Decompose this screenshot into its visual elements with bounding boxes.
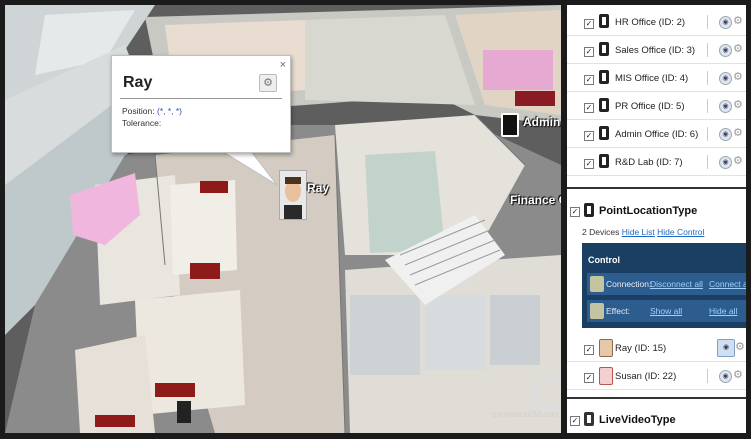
device-label: HR Office (ID: 2) (615, 17, 686, 28)
door-icon (599, 98, 609, 112)
eye-icon[interactable]: ◉ (717, 339, 735, 357)
room-label-finance: Finance O (510, 193, 561, 207)
device-row[interactable]: ✓ HR Office (ID: 2) ◉ ⚙ (567, 9, 746, 36)
person-label: Susan (ID: 22) (615, 371, 677, 382)
floorplan-3d-view[interactable]: × Ray ⚙ Position: (*, *, *) Tolerance: R… (5, 5, 561, 433)
door-icon (584, 203, 594, 217)
gear-icon[interactable]: ⚙ (733, 14, 743, 27)
separator (707, 71, 708, 85)
eye-icon[interactable]: ◉ (719, 72, 732, 85)
gear-icon[interactable]: ⚙ (735, 340, 745, 353)
gear-icon[interactable]: ⚙ (733, 42, 743, 55)
eye-icon[interactable]: ◉ (719, 16, 732, 29)
section-title-point-location: PointLocationType (599, 205, 698, 217)
separator (707, 43, 708, 57)
connection-row: Connection: Disconnect all Connect all (587, 273, 746, 295)
room-label-admin: Admin (523, 115, 561, 129)
person-row[interactable]: ✓ Ray (ID: 15) ◉ ⚙ (567, 335, 746, 362)
device-label: MIS Office (ID: 4) (615, 73, 689, 84)
eye-icon[interactable]: ◉ (719, 156, 732, 169)
eye-icon[interactable]: ◉ (719, 370, 732, 383)
section-divider (567, 187, 746, 189)
eye-icon[interactable]: ◉ (719, 100, 732, 113)
disconnect-all-link[interactable]: Disconnect all (650, 279, 703, 289)
popup-tolerance-row: Tolerance: (122, 118, 161, 128)
section-checkbox[interactable]: ✓ (570, 416, 580, 426)
device-checkbox[interactable]: ✓ (584, 47, 594, 57)
hide-all-link[interactable]: Hide all (709, 306, 737, 316)
person-female-icon (599, 367, 613, 385)
person-row[interactable]: ✓ Susan (ID: 22) ◉ ⚙ (567, 363, 746, 390)
watermark: germanium3d.com (492, 410, 559, 419)
effect-row: Effect: Show all Hide all (587, 300, 746, 322)
connection-label: Connection: (606, 279, 652, 289)
gear-icon[interactable]: ⚙ (733, 154, 743, 167)
device-checkbox[interactable]: ✓ (584, 19, 594, 29)
eye-icon[interactable]: ◉ (719, 44, 732, 57)
section-divider (567, 397, 746, 399)
control-title: Control (588, 255, 620, 265)
gear-icon[interactable]: ⚙ (259, 74, 277, 92)
person-face-icon (284, 177, 302, 219)
door-icon (599, 42, 609, 56)
device-row[interactable]: ✓ PR Office (ID: 5) ◉ ⚙ (567, 93, 746, 120)
show-all-link[interactable]: Show all (650, 306, 682, 316)
separator (707, 155, 708, 169)
device-label: PR Office (ID: 5) (615, 101, 685, 112)
door-icon (599, 14, 609, 28)
eye-icon[interactable]: ◉ (719, 128, 732, 141)
device-info-popup: × Ray ⚙ Position: (*, *, *) Tolerance: (111, 55, 291, 153)
device-checkbox[interactable]: ✓ (584, 103, 594, 113)
device-count-row: 2 Devices Hide List Hide Control (582, 227, 704, 237)
bulb-icon (590, 303, 604, 319)
separator (707, 127, 708, 141)
hide-list-link[interactable]: Hide List (622, 227, 655, 237)
person-male-icon (599, 339, 613, 357)
gear-icon[interactable]: ⚙ (733, 70, 743, 83)
separator (707, 15, 708, 29)
gear-icon[interactable]: ⚙ (733, 98, 743, 111)
device-checkbox[interactable]: ✓ (584, 159, 594, 169)
germanium-logo-icon (533, 378, 561, 410)
popup-title: Ray (123, 74, 153, 91)
person-checkbox[interactable]: ✓ (584, 345, 594, 355)
device-count: 2 Devices (582, 227, 620, 237)
device-panel[interactable]: ✓ HR Office (ID: 2) ◉ ⚙ ✓ Sales Office (… (567, 5, 746, 433)
section-title-live-video: LiveVideoType (599, 414, 676, 426)
position-label: Position: (122, 106, 155, 116)
person-label: Ray (ID: 15) (615, 343, 667, 354)
camera-icon (584, 412, 594, 426)
person-avatar[interactable] (279, 170, 307, 220)
control-box: Control Connection: Disconnect all Conne… (582, 243, 746, 328)
device-label: Sales Office (ID: 3) (615, 45, 696, 56)
connect-all-link[interactable]: Connect all (709, 279, 746, 289)
hide-control-link[interactable]: Hide Control (657, 227, 704, 237)
effect-label: Effect: (606, 306, 630, 316)
device-row[interactable]: ✓ MIS Office (ID: 4) ◉ ⚙ (567, 65, 746, 92)
door-icon (599, 154, 609, 168)
device-label: R&D Lab (ID: 7) (615, 157, 683, 168)
device-row[interactable]: ✓ Sales Office (ID: 3) ◉ ⚙ (567, 37, 746, 64)
popup-position-row: Position: (*, *, *) (122, 106, 182, 116)
device-row[interactable]: ✓ R&D Lab (ID: 7) ◉ ⚙ (567, 149, 746, 176)
tolerance-label: Tolerance: (122, 118, 162, 128)
device-checkbox[interactable]: ✓ (584, 131, 594, 141)
close-icon[interactable]: × (280, 59, 286, 71)
door-icon (599, 70, 609, 84)
gear-icon[interactable]: ⚙ (733, 368, 743, 381)
device-checkbox[interactable]: ✓ (584, 75, 594, 85)
gear-icon[interactable]: ⚙ (733, 126, 743, 139)
device-row[interactable]: ✓ Admin Office (ID: 6) ◉ ⚙ (567, 121, 746, 148)
separator (707, 99, 708, 113)
section-checkbox[interactable]: ✓ (570, 207, 580, 217)
avatar-label: Ray (307, 181, 330, 195)
person-checkbox[interactable]: ✓ (584, 373, 594, 383)
door-icon (599, 126, 609, 140)
plug-icon (590, 276, 604, 292)
door-icon[interactable] (501, 113, 519, 137)
device-label: Admin Office (ID: 6) (615, 129, 699, 140)
separator (707, 369, 708, 383)
position-value: (*, *, *) (156, 106, 183, 116)
popup-divider (120, 98, 282, 99)
